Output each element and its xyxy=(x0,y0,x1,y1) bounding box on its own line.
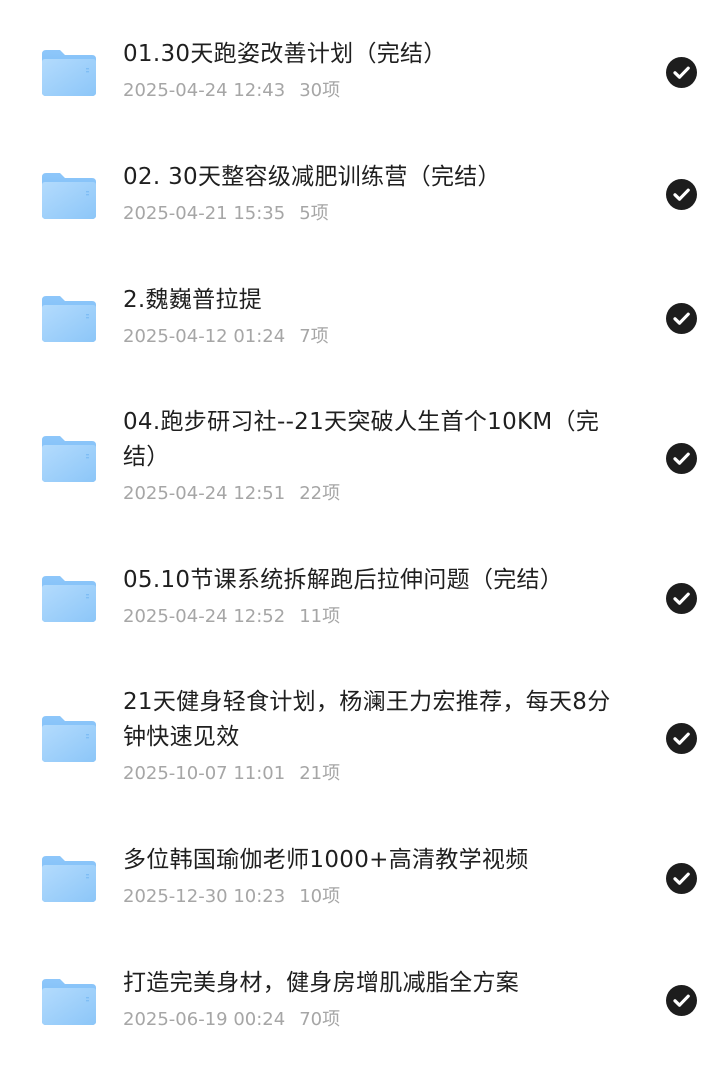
item-meta: 2025-06-19 00:24 70项 xyxy=(123,1008,633,1032)
item-meta: 2025-04-24 12:43 30项 xyxy=(123,79,633,103)
item-count: 10项 xyxy=(299,886,341,907)
item-date: 2025-04-12 01:24 xyxy=(123,326,286,347)
item-title: 21天健身轻食计划，杨澜王力宏推荐，每天8分钟快速见效 xyxy=(123,689,611,750)
item-title: 05.10节课系统拆解跑后拉伸问题（完结） xyxy=(123,567,564,593)
item-meta: 2025-04-24 12:51 22项 xyxy=(123,482,633,506)
checkmark-circle-icon[interactable] xyxy=(666,303,697,334)
checkmark-circle-icon[interactable] xyxy=(666,985,697,1016)
item-title: 打造完美身材，健身房增肌减脂全方案 xyxy=(123,970,520,996)
item-date: 2025-04-24 12:51 xyxy=(123,483,286,504)
checkmark-circle-icon[interactable] xyxy=(666,723,697,754)
item-title: 04.跑步研习社--21天突破人生首个10KM（完结） xyxy=(123,409,600,470)
folder-icon xyxy=(40,294,98,344)
file-list: 01.30天跑姿改善计划（完结） 2025-04-24 12:43 30项 02.… xyxy=(0,0,720,1071)
checkmark-circle-icon[interactable] xyxy=(666,57,697,88)
checkmark-circle-icon[interactable] xyxy=(666,583,697,614)
checkmark-circle-icon[interactable] xyxy=(666,863,697,894)
item-meta: 2025-04-24 12:52 11项 xyxy=(123,605,633,629)
item-meta: 2025-12-30 10:23 10项 xyxy=(123,885,633,909)
item-title: 01.30天跑姿改善计划（完结） xyxy=(123,41,447,67)
item-date: 2025-04-21 15:35 xyxy=(123,203,286,224)
item-meta: 2025-04-12 01:24 7项 xyxy=(123,325,633,349)
item-date: 2025-12-30 10:23 xyxy=(123,886,286,907)
item-date: 2025-10-07 11:01 xyxy=(123,763,286,784)
folder-icon xyxy=(40,48,98,98)
item-count: 11项 xyxy=(299,606,341,627)
item-title: 多位韩国瑜伽老师1000+高清教学视频 xyxy=(123,847,529,873)
folder-icon xyxy=(40,574,98,624)
folder-icon xyxy=(40,854,98,904)
item-count: 21项 xyxy=(299,763,341,784)
item-meta: 2025-10-07 11:01 21项 xyxy=(123,762,633,786)
folder-icon xyxy=(40,171,98,221)
item-count: 22项 xyxy=(299,483,341,504)
item-count: 30项 xyxy=(299,80,341,101)
folder-icon xyxy=(40,434,98,484)
item-title: 2.魏巍普拉提 xyxy=(123,287,263,313)
checkmark-circle-icon[interactable] xyxy=(666,179,697,210)
item-date: 2025-04-24 12:52 xyxy=(123,606,286,627)
item-date: 2025-04-24 12:43 xyxy=(123,80,286,101)
folder-icon xyxy=(40,977,98,1027)
item-title: 02. 30天整容级减肥训练营（完结） xyxy=(123,164,501,190)
folder-icon xyxy=(40,714,98,764)
item-meta: 2025-04-21 15:35 5项 xyxy=(123,202,633,226)
item-count: 70项 xyxy=(299,1009,341,1030)
item-count: 5项 xyxy=(299,203,329,224)
item-count: 7项 xyxy=(299,326,329,347)
item-date: 2025-06-19 00:24 xyxy=(123,1009,286,1030)
checkmark-circle-icon[interactable] xyxy=(666,443,697,474)
